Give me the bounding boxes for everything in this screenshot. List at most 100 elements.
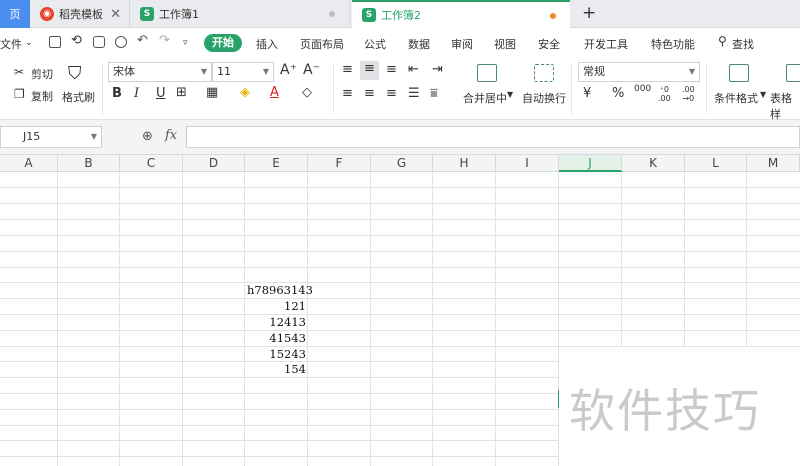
undo-icon[interactable]: ↶ [137, 33, 148, 48]
format-painter-icon[interactable]: ⛉ [68, 63, 82, 84]
formula-input[interactable] [186, 126, 800, 148]
column-header-k[interactable]: K [622, 155, 685, 172]
tab-docer-templates[interactable]: ◉ 稻壳模板 ✕ [30, 0, 130, 28]
cut-button[interactable]: 剪切 [31, 66, 53, 82]
table-style-button[interactable]: 表格样 [770, 90, 800, 122]
percent-icon[interactable]: % [612, 86, 624, 101]
increase-decimal-icon[interactable]: ⁺0.00 [658, 85, 671, 103]
wrap-text-icon[interactable] [534, 64, 554, 82]
menu-formulas[interactable]: 公式 [364, 36, 386, 52]
cell-e12[interactable]: 15243 [245, 346, 306, 362]
copy-icon[interactable]: ❐ [14, 87, 25, 101]
merge-center-button[interactable]: 合并居中 [463, 90, 507, 106]
ribbon-divider [571, 64, 572, 114]
print-icon[interactable] [93, 36, 105, 48]
menu-data[interactable]: 数据 [408, 36, 430, 52]
decrease-font-icon[interactable]: A⁻ [303, 62, 320, 78]
menu-search[interactable]: 查找 [732, 36, 754, 52]
save-icon[interactable] [49, 36, 61, 48]
menu-special[interactable]: 特色功能 [651, 36, 695, 52]
align-bottom-icon[interactable]: ≡ [386, 62, 397, 77]
column-header-g[interactable]: G [371, 155, 433, 172]
print-preview-icon[interactable] [115, 36, 127, 48]
conditional-format-icon[interactable] [729, 64, 749, 82]
table-style-icon[interactable] [786, 64, 800, 82]
number-format-select[interactable]: 常规 ▼ [578, 62, 700, 82]
column-header-m[interactable]: M [747, 155, 800, 172]
customize-toolbar-icon[interactable]: ▿ [183, 38, 188, 48]
tab-home[interactable]: 页 [0, 0, 30, 28]
increase-indent-icon[interactable]: ⇥ [432, 62, 443, 77]
border-icon[interactable]: ⊞ [176, 85, 187, 100]
align-top-icon[interactable]: ≡ [342, 62, 353, 77]
chevron-down-icon[interactable]: ▼ [760, 90, 766, 99]
column-header-e[interactable]: E [245, 155, 308, 172]
menu-home[interactable]: 开始 [204, 34, 242, 52]
wrap-text-button[interactable]: 自动换行 [522, 90, 566, 106]
column-header-h[interactable]: H [433, 155, 496, 172]
column-header-l[interactable]: L [685, 155, 747, 172]
chevron-down-icon[interactable]: ▼ [507, 90, 513, 99]
chevron-down-icon: ▼ [688, 67, 695, 76]
menu-security[interactable]: 安全 [538, 36, 560, 52]
scissors-icon[interactable]: ✂ [14, 65, 24, 79]
tab-workbook1[interactable]: S 工作簿1 [130, 0, 350, 28]
italic-icon[interactable]: I [134, 86, 139, 101]
cell-e10[interactable]: 12413 [245, 314, 306, 330]
column-header-b[interactable]: B [58, 155, 120, 172]
new-tab-button[interactable]: + [582, 3, 596, 23]
column-header-a[interactable]: A [0, 155, 58, 172]
merge-center-icon[interactable] [477, 64, 497, 82]
column-header-d[interactable]: D [183, 155, 245, 172]
copy-button[interactable]: 复制 [31, 88, 53, 104]
zoom-lookup-icon[interactable]: ⊕ [142, 129, 153, 144]
lasso-icon[interactable]: ⟲ [71, 33, 82, 48]
distributed-icon[interactable]: ⩸ [430, 86, 438, 101]
cell-e13[interactable]: 154 [245, 361, 306, 377]
column-header-i[interactable]: I [496, 155, 559, 172]
name-box[interactable]: J15 ▼ [0, 126, 102, 148]
font-name-select[interactable]: 宋体 ▼ [108, 62, 212, 82]
justify-icon[interactable]: ☰ [408, 86, 420, 101]
tab-workbook2[interactable]: S 工作簿2 [352, 0, 570, 28]
insert-function-button[interactable]: fx [165, 128, 177, 143]
menu-developer[interactable]: 开发工具 [584, 36, 628, 52]
grid-line [370, 172, 371, 466]
clear-format-icon[interactable]: ◇ [302, 85, 312, 100]
chevron-down-icon[interactable]: ⌄ [25, 38, 33, 48]
fill-color-icon[interactable]: ◈ [240, 85, 250, 100]
grid-line [0, 251, 800, 252]
menu-review[interactable]: 审阅 [451, 36, 473, 52]
format-painter-button[interactable]: 格式刷 [62, 89, 95, 105]
menu-view[interactable]: 视图 [494, 36, 516, 52]
search-icon[interactable]: ⚲ [718, 34, 727, 48]
align-center-icon[interactable]: ≡ [364, 86, 375, 101]
increase-font-icon[interactable]: A⁺ [280, 62, 297, 78]
close-icon[interactable]: ✕ [110, 7, 121, 22]
bold-icon[interactable]: B [112, 86, 122, 101]
redo-icon[interactable]: ↷ [159, 33, 170, 48]
align-middle-icon[interactable]: ≡ [360, 61, 379, 80]
cell-e11[interactable]: 41543 [245, 330, 306, 346]
docer-icon: ◉ [40, 7, 54, 21]
cell-e9[interactable]: 121 [245, 298, 306, 314]
underline-icon[interactable]: U [156, 86, 166, 101]
decrease-decimal-icon[interactable]: .00 →0 [682, 85, 695, 103]
currency-icon[interactable]: ¥ [583, 86, 591, 101]
align-left-icon[interactable]: ≡ [342, 86, 353, 101]
font-size-select[interactable]: 11 ▼ [212, 62, 274, 82]
menu-file[interactable]: 文件 [0, 36, 22, 52]
cell-e8[interactable]: h78963143 [247, 282, 313, 298]
thousands-separator-icon[interactable]: 000 [634, 85, 651, 94]
menu-insert[interactable]: 插入 [256, 36, 278, 52]
column-header-c[interactable]: C [120, 155, 183, 172]
column-header-j[interactable]: J [559, 155, 622, 172]
unsaved-dot-icon [550, 13, 556, 19]
decrease-indent-icon[interactable]: ⇤ [408, 62, 419, 77]
conditional-format-button[interactable]: 条件格式 [714, 90, 758, 106]
column-header-f[interactable]: F [308, 155, 371, 172]
menu-page-layout[interactable]: 页面布局 [300, 36, 344, 52]
font-color-icon[interactable]: A [270, 85, 279, 100]
fill-pattern-icon[interactable]: ▦ [206, 85, 218, 100]
align-right-icon[interactable]: ≡ [386, 86, 397, 101]
